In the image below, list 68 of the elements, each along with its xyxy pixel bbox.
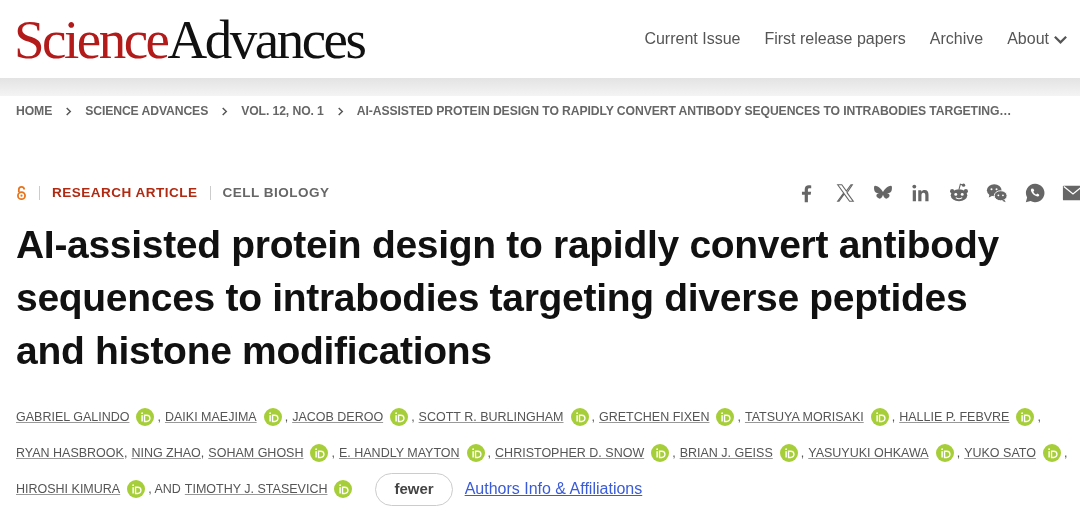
author-link[interactable]: YUKO SATO [964, 443, 1036, 463]
separator-text: , [331, 444, 335, 462]
author-link[interactable]: SOHAM GHOSH [208, 443, 304, 463]
affiliations-link[interactable]: Authors Info & Affiliations [464, 477, 643, 502]
chevron-right-icon [335, 106, 345, 116]
orcid-icon[interactable] [334, 480, 353, 499]
chat-bubbles-icon[interactable] [986, 182, 1008, 205]
orcid-icon[interactable] [390, 408, 409, 427]
separator-text: , [737, 408, 741, 426]
separator-text: , [591, 408, 595, 426]
breadcrumb-link[interactable]: HOME [16, 102, 53, 121]
separator-text: , [200, 444, 205, 462]
separator-text: , [1063, 444, 1068, 462]
separator-text: , [891, 408, 896, 426]
orcid-icon[interactable] [136, 408, 155, 427]
separator-text: , [800, 444, 805, 462]
author-link[interactable]: GRETCHEN FIXEN [599, 407, 710, 427]
separator-text: , [1037, 408, 1041, 426]
separator-text: , [411, 408, 415, 426]
nav-link[interactable]: Current Issue [644, 27, 741, 51]
author-link[interactable]: RYAN HASBROOK [16, 443, 124, 463]
chevron-right-icon [220, 106, 230, 116]
orcid-icon[interactable] [1042, 444, 1061, 463]
site-logo[interactable]: ScienceAdvances [14, 11, 365, 67]
author-link[interactable]: NING ZHAO [131, 443, 201, 463]
separator-text: , [956, 444, 961, 462]
separator-text: , [123, 444, 128, 462]
author-link[interactable]: E. HANDLY MAYTON [338, 443, 460, 463]
breadcrumb-link[interactable]: SCIENCE ADVANCES [85, 102, 209, 121]
author-link[interactable]: JACOB DEROO [292, 407, 384, 427]
author-link[interactable]: DAIKI MAEJIMA [164, 407, 257, 427]
author-link[interactable]: HALLIE P. FEBVRE [899, 407, 1010, 427]
orcid-icon[interactable] [310, 444, 329, 463]
orcid-icon[interactable] [935, 444, 954, 463]
author-link[interactable]: TATSUYA MORISAKI [744, 407, 864, 427]
orcid-icon[interactable] [716, 408, 735, 427]
author-link[interactable]: SCOTT R. BURLINGHAM [418, 407, 564, 427]
author-link[interactable]: YASUYUKI OHKAWA [808, 443, 929, 463]
nav-link[interactable]: Archive [929, 27, 984, 51]
author-link[interactable]: HIROSHI KIMURA [16, 479, 121, 499]
chevron-right-icon [64, 106, 74, 116]
author-link[interactable]: BRIAN J. GEISS [679, 443, 773, 463]
x-icon[interactable] [834, 182, 856, 205]
breadcrumb-current[interactable]: AI-ASSISTED PROTEIN DESIGN TO RAPIDLY CONVERT ANTIBODY SEQUENCES TO INTRABODIES TARGETING… [356, 102, 1012, 121]
article-type-link[interactable]: RESEARCH ARTICLE [52, 183, 198, 204]
nav-link[interactable]: First release papers [764, 27, 906, 51]
author-link[interactable]: GABRIEL GALINDO [16, 407, 130, 427]
orcid-icon[interactable] [263, 408, 282, 427]
fewer-button[interactable]: fewer [375, 473, 453, 506]
separator-text: , [157, 408, 161, 426]
orcid-icon[interactable] [1016, 408, 1035, 427]
orcid-icon[interactable] [570, 408, 589, 427]
orcid-icon[interactable] [127, 480, 146, 499]
author-link[interactable]: TIMOTHY J. STASEVICH [184, 479, 328, 499]
nav-link[interactable]: About [1007, 27, 1068, 51]
separator-text: , [284, 408, 289, 426]
separator-text: , [487, 444, 492, 462]
separator-text: , AND [148, 480, 181, 498]
article-title: AI-assisted protein design to rapidly convert antibody sequences to intrabodies targeting diverse peptides and histone modifications [16, 222, 1000, 375]
separator-text: , [672, 444, 676, 462]
phone-bubble-icon[interactable] [1024, 182, 1046, 205]
subject-link[interactable]: CELL BIOLOGY [222, 183, 330, 204]
breadcrumb-link[interactable]: VOL. 12, NO. 1 [241, 102, 324, 121]
orcid-icon[interactable] [651, 444, 670, 463]
orcid-icon[interactable] [779, 444, 798, 463]
author-link[interactable]: CHRISTOPHER D. SNOW [495, 443, 645, 463]
orcid-icon[interactable] [870, 408, 889, 427]
orcid-icon[interactable] [466, 444, 485, 463]
